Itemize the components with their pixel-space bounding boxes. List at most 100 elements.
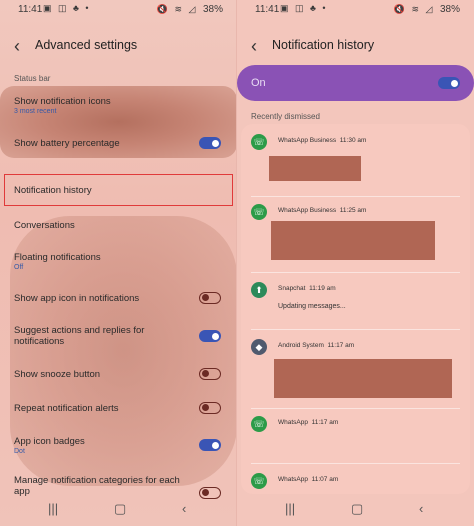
setting-label: Manage notification categories for each …: [14, 475, 180, 497]
setting-label: Notification history: [14, 185, 92, 196]
status-time: 11:41: [255, 4, 280, 15]
battery-percentage-toggle[interactable]: [199, 137, 221, 149]
toggle-knob: [212, 332, 219, 340]
battery-percent: 38%: [202, 4, 223, 15]
notification-app: WhatsApp 11:17 am: [278, 419, 338, 426]
back-arrow-icon[interactable]: ‹: [14, 36, 20, 57]
notification-item[interactable]: ☏ WhatsApp Business 11:25 am: [251, 204, 464, 264]
signal-icons: 🔇 ≋ ◿: [156, 4, 198, 14]
advanced-settings-screen: 11:41 ▣ ◫ ♣ • 🔇 ≋ ◿ 38% ‹ Advanced setti…: [0, 0, 237, 526]
divider: [251, 196, 460, 197]
divider: [251, 272, 460, 273]
notification-item[interactable]: ☏ WhatsApp 11:17 am: [251, 416, 464, 456]
whatsapp-icon: ☏: [251, 473, 267, 489]
app-bar: ‹ Advanced settings: [0, 34, 237, 58]
system-icons: 🔇 ≋ ◿ 38%: [394, 4, 460, 15]
setting-show-app-icon[interactable]: Show app icon in notifications: [14, 293, 223, 304]
notification-icons: ▣ ◫ ♣ •: [43, 3, 91, 13]
back-arrow-icon[interactable]: ‹: [251, 36, 257, 57]
redacted-content: [271, 221, 435, 260]
notification-item[interactable]: ⬆ Snapchat 11:19 am Updating messages...: [251, 282, 464, 322]
setting-show-notification-icons[interactable]: Show notification icons 3 most recent: [14, 96, 223, 115]
toggle-knob: [201, 404, 209, 411]
back-icon[interactable]: ‹: [419, 501, 423, 516]
app-name: WhatsApp: [278, 419, 308, 426]
home-icon[interactable]: ▢: [351, 501, 363, 517]
app-name: WhatsApp Business: [278, 207, 337, 214]
setting-label: Show snooze button: [14, 369, 101, 380]
home-icon[interactable]: ▢: [114, 501, 126, 517]
snooze-button-toggle[interactable]: [199, 368, 221, 380]
page-title: Advanced settings: [35, 38, 138, 52]
setting-show-battery-percentage[interactable]: Show battery percentage: [14, 138, 223, 149]
app-name: WhatsApp Business: [278, 137, 337, 144]
notification-time: 11:30 am: [339, 137, 367, 144]
notification-time: 11:17 am: [311, 419, 339, 426]
setting-sub: Dot: [14, 448, 25, 455]
master-switch-bar[interactable]: On: [237, 65, 474, 101]
recents-icon[interactable]: |||: [48, 501, 58, 516]
divider: [251, 329, 460, 330]
setting-show-snooze-button[interactable]: Show snooze button: [14, 369, 223, 380]
setting-suggest-actions[interactable]: Suggest actions and replies for notifica…: [14, 325, 187, 347]
redacted-content: [274, 359, 452, 398]
divider: [251, 408, 460, 409]
setting-app-icon-badges[interactable]: App icon badges Dot: [14, 436, 223, 455]
notification-item[interactable]: ☏ WhatsApp 11:07 am: [251, 473, 464, 497]
page-title: Notification history: [272, 38, 375, 52]
recents-icon[interactable]: |||: [285, 501, 295, 516]
setting-label: Floating notifications: [14, 252, 101, 263]
setting-floating-notifications[interactable]: Floating notifications Off: [14, 252, 223, 271]
setting-label: Show app icon in notifications: [14, 293, 140, 304]
suggest-actions-toggle[interactable]: [199, 330, 221, 342]
app-icon-toggle[interactable]: [199, 292, 221, 304]
toggle-knob: [201, 489, 209, 496]
whatsapp-icon: ☏: [251, 416, 267, 432]
redacted-content: [269, 156, 361, 181]
notification-time: 11:25 am: [339, 207, 367, 214]
whatsapp-icon: ☏: [251, 134, 267, 150]
app-name: Android System: [278, 342, 324, 349]
repeat-alerts-toggle[interactable]: [199, 402, 221, 414]
setting-manage-categories[interactable]: Manage notification categories for each …: [14, 475, 187, 497]
signal-icons: 🔇 ≋ ◿: [393, 4, 435, 14]
setting-label: App icon badges: [14, 436, 85, 447]
notification-app: WhatsApp Business 11:25 am: [278, 207, 366, 214]
notification-app: Android System 11:17 am: [278, 342, 354, 349]
divider: [251, 463, 460, 464]
master-toggle[interactable]: [438, 77, 460, 89]
notification-time: 11:19 am: [309, 285, 336, 292]
back-icon[interactable]: ‹: [182, 501, 186, 516]
status-bar: 11:41 ▣ ◫ ♣ • 🔇 ≋ ◿ 38%: [237, 0, 474, 18]
setting-conversations[interactable]: Conversations: [14, 220, 223, 231]
toggle-knob: [451, 79, 458, 87]
setting-repeat-alerts[interactable]: Repeat notification alerts: [14, 403, 223, 414]
app-bar: ‹ Notification history: [237, 34, 474, 58]
android-system-icon: ◆: [251, 339, 267, 355]
section-label-recently-dismissed: Recently dismissed: [251, 112, 320, 121]
status-time: 11:41: [18, 4, 43, 15]
setting-label: Repeat notification alerts: [14, 403, 119, 414]
app-icon-badges-toggle[interactable]: [199, 439, 221, 451]
setting-sub: Off: [14, 264, 24, 271]
nav-bar: ||| ▢ ‹: [237, 496, 474, 526]
notification-time: 11:07 am: [311, 476, 339, 483]
nav-bar: ||| ▢ ‹: [0, 496, 237, 526]
section-label-status-bar: Status bar: [14, 74, 51, 83]
notification-history-screen: 11:41 ▣ ◫ ♣ • 🔇 ≋ ◿ 38% ‹ Notification h…: [237, 0, 474, 526]
notification-app: WhatsApp 11:07 am: [278, 476, 338, 483]
master-switch-label: On: [251, 77, 266, 89]
battery-percent: 38%: [439, 4, 460, 15]
snapchat-icon: ⬆: [251, 282, 267, 298]
notification-item[interactable]: ◆ Android System 11:17 am: [251, 339, 464, 401]
notification-item[interactable]: ☏ WhatsApp Business 11:30 am: [251, 134, 464, 184]
setting-label: Conversations: [14, 220, 75, 231]
toggle-knob: [201, 294, 209, 301]
whatsapp-icon: ☏: [251, 204, 267, 220]
setting-label: Suggest actions and replies for notifica…: [14, 325, 145, 347]
app-name: WhatsApp: [278, 476, 308, 483]
setting-notification-history[interactable]: Notification history: [14, 185, 223, 196]
system-icons: 🔇 ≋ ◿ 38%: [157, 4, 223, 15]
notification-app: WhatsApp Business 11:30 am: [278, 137, 366, 144]
notification-time: 11:17 am: [327, 342, 355, 349]
